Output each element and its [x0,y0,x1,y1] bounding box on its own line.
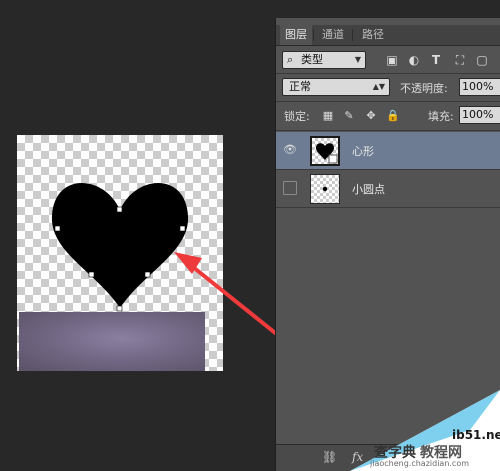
watermark-domain: ib51.net [452,428,500,442]
watermark-page-curl [350,390,500,471]
watermark-url: jiaocheng.chazidian.com [370,459,470,468]
